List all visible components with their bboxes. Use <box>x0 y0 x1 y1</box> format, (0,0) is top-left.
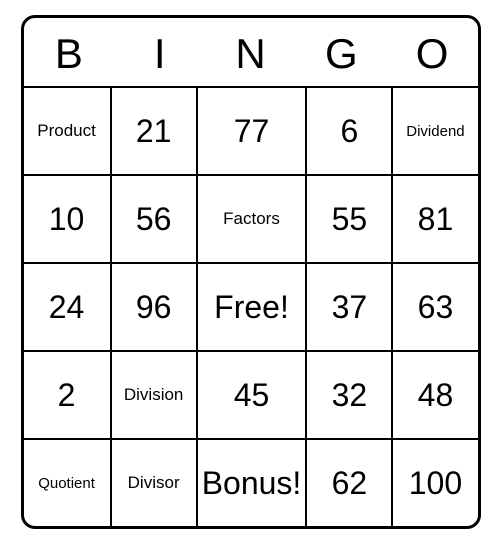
bingo-cell[interactable]: 96 <box>110 262 196 350</box>
bingo-cell[interactable]: Quotient <box>24 438 110 526</box>
bingo-cell[interactable]: 6 <box>305 86 391 174</box>
bingo-cell[interactable]: 81 <box>391 174 477 262</box>
bingo-grid: Product 21 77 6 Dividend 10 56 Factors 5… <box>24 86 478 526</box>
bingo-cell[interactable]: 100 <box>391 438 477 526</box>
bingo-cell-bonus[interactable]: Bonus! <box>196 438 306 526</box>
bingo-cell[interactable]: 55 <box>305 174 391 262</box>
bingo-cell[interactable]: 56 <box>110 174 196 262</box>
bingo-cell-free[interactable]: Free! <box>196 262 306 350</box>
header-g: G <box>296 18 387 86</box>
bingo-cell[interactable]: 45 <box>196 350 306 438</box>
bingo-cell[interactable]: 10 <box>24 174 110 262</box>
header-o: O <box>387 18 478 86</box>
bingo-cell[interactable]: 21 <box>110 86 196 174</box>
bingo-cell[interactable]: 37 <box>305 262 391 350</box>
header-n: N <box>205 18 296 86</box>
bingo-cell[interactable]: Product <box>24 86 110 174</box>
bingo-cell[interactable]: 48 <box>391 350 477 438</box>
bingo-cell[interactable]: 24 <box>24 262 110 350</box>
bingo-cell[interactable]: Dividend <box>391 86 477 174</box>
bingo-cell[interactable]: 32 <box>305 350 391 438</box>
bingo-cell[interactable]: Factors <box>196 174 306 262</box>
bingo-cell[interactable]: 77 <box>196 86 306 174</box>
bingo-card: B I N G O Product 21 77 6 Dividend 10 56… <box>21 15 481 529</box>
bingo-cell[interactable]: 62 <box>305 438 391 526</box>
bingo-cell[interactable]: 2 <box>24 350 110 438</box>
bingo-cell[interactable]: 63 <box>391 262 477 350</box>
bingo-cell[interactable]: Division <box>110 350 196 438</box>
bingo-cell[interactable]: Divisor <box>110 438 196 526</box>
header-b: B <box>24 18 115 86</box>
bingo-header-row: B I N G O <box>24 18 478 86</box>
header-i: I <box>114 18 205 86</box>
